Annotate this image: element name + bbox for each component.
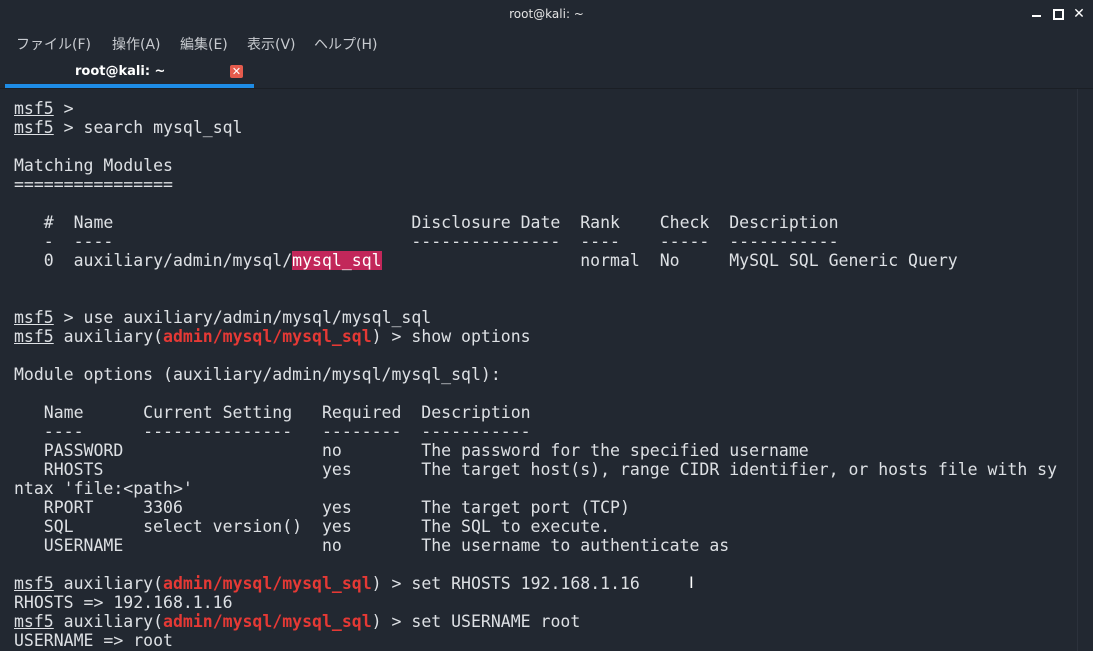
maximize-icon — [1052, 8, 1064, 20]
terminal-line: msf5 > search mysql_sql — [14, 118, 243, 137]
terminal-line: msf5 > — [14, 99, 74, 118]
command-text: ) > set USERNAME root — [371, 612, 581, 631]
menu-view[interactable]: 表示(V) — [247, 34, 296, 54]
command-text: auxiliary( — [53, 327, 164, 346]
command-text: auxiliary( — [53, 574, 164, 593]
title-bar[interactable]: root@kali: ~ ✕ — [0, 0, 1093, 29]
menu-action[interactable]: 操作(A) — [112, 34, 161, 54]
prompt: msf5 — [14, 118, 54, 137]
module-name: admin/mysql/mysql_sql — [163, 612, 372, 631]
terminal-line: ================ — [14, 175, 173, 194]
vertical-scrollbar[interactable] — [1077, 89, 1093, 651]
terminal-line: Matching Modules — [14, 156, 173, 175]
options-row: RPORT 3306 yes The target port (TCP) — [14, 498, 630, 517]
prompt: msf5 — [14, 612, 54, 631]
options-row: RHOSTS yes The target host(s), range CID… — [14, 460, 1058, 479]
table-header: # Name Disclosure Date Rank Check Descri… — [14, 213, 839, 232]
terminal-line: RHOSTS => 192.168.1.16 — [14, 593, 233, 612]
menu-bar: ファイル(F) 操作(A) 編集(E) 表示(V) ヘルプ(H) — [0, 29, 1093, 56]
search-highlight: mysql_sql — [292, 251, 382, 270]
close-icon: ✕ — [1073, 6, 1085, 22]
terminal-line: msf5 auxiliary(admin/mysql/mysql_sql) > … — [14, 574, 640, 593]
command-text: > search mysql_sql — [53, 118, 243, 137]
module-path: 0 auxiliary/admin/mysql/ — [14, 251, 293, 270]
tab-close-icon[interactable]: ✕ — [230, 65, 243, 78]
tab-bar: root@kali: ~ ✕ — [0, 56, 1093, 89]
command-text: auxiliary( — [53, 612, 164, 631]
command-text: > — [53, 99, 74, 118]
tab-label: root@kali: ~ — [75, 64, 166, 79]
terminal-line: Module options (auxiliary/admin/mysql/my… — [14, 365, 501, 384]
menu-help[interactable]: ヘルプ(H) — [314, 34, 377, 54]
maximize-button[interactable] — [1048, 4, 1068, 24]
minimize-button[interactable] — [1026, 4, 1046, 24]
terminal-line: USERNAME => root — [14, 631, 173, 650]
tab-active-indicator — [5, 84, 254, 88]
window-title: root@kali: ~ — [509, 7, 584, 21]
terminal-line: msf5 > use auxiliary/admin/mysql/mysql_s… — [14, 308, 431, 327]
menu-edit[interactable]: 編集(E) — [180, 34, 228, 54]
table-row: 0 auxiliary/admin/mysql/mysql_sql normal… — [14, 251, 958, 270]
options-row: USERNAME no The username to authenticate… — [14, 536, 730, 555]
prompt: msf5 — [14, 327, 54, 346]
command-text: ) > set RHOSTS 192.168.1.16 — [371, 574, 640, 593]
prompt: msf5 — [14, 574, 54, 593]
prompt: msf5 — [14, 99, 54, 118]
close-button[interactable]: ✕ — [1069, 4, 1089, 24]
command-text: ) > show options — [371, 327, 531, 346]
options-row: ntax 'file:<path>' — [14, 479, 193, 498]
terminal-output[interactable]: msf5 > msf5 > search mysql_sql Matching … — [0, 89, 1077, 651]
terminal-line: msf5 auxiliary(admin/mysql/mysql_sql) > … — [14, 327, 531, 346]
terminal-line: msf5 auxiliary(admin/mysql/mysql_sql) > … — [14, 612, 580, 631]
menu-file[interactable]: ファイル(F) — [16, 34, 91, 54]
module-details: normal No MySQL SQL Generic Query — [381, 251, 958, 270]
tab-root-kali[interactable]: root@kali: ~ ✕ — [5, 56, 254, 88]
module-name: admin/mysql/mysql_sql — [163, 574, 372, 593]
command-text: > use auxiliary/admin/mysql/mysql_sql — [53, 308, 432, 327]
options-row: SQL select version() yes The SQL to exec… — [14, 517, 611, 536]
options-row: PASSWORD no The password for the specifi… — [14, 441, 809, 460]
module-name: admin/mysql/mysql_sql — [163, 327, 372, 346]
options-header: Name Current Setting Required Descriptio… — [14, 403, 531, 422]
prompt: msf5 — [14, 308, 54, 327]
table-separator: - ---- --------------- ---- ----- ------… — [14, 232, 839, 251]
text-cursor-icon: Ⅰ — [689, 573, 694, 592]
terminal-window: root@kali: ~ ✕ ファイル(F) 操作(A) 編集(E) 表示(V)… — [0, 0, 1093, 651]
minimize-icon — [1031, 15, 1041, 17]
options-separator: ---- --------------- -------- ----------… — [14, 422, 531, 441]
